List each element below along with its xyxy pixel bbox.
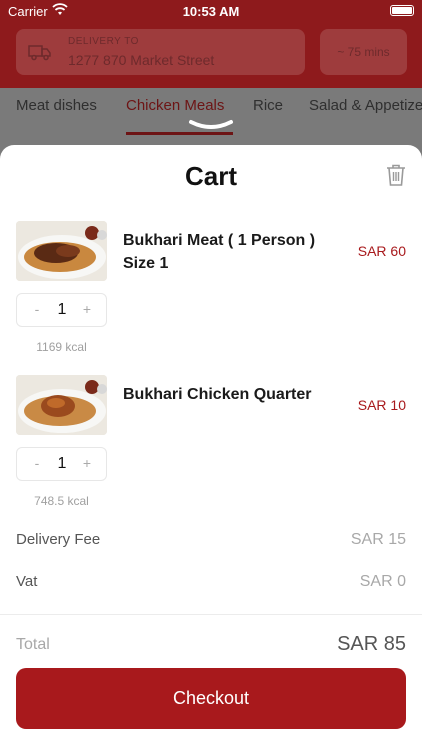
vat-value: SAR 0 [359, 573, 406, 590]
vat-label: Vat [16, 573, 38, 590]
tab-chicken-meals[interactable]: Chicken Meals [126, 97, 224, 114]
delivery-fee-value: SAR 15 [350, 531, 406, 548]
cart-sheet: Cart Bukhari Meat ( 1 Person ) Size 1 SA… [0, 145, 422, 750]
summary-divider [0, 614, 422, 615]
total-value: SAR 85 [337, 633, 406, 655]
quantity-value: 1 [57, 301, 67, 318]
trash-icon[interactable] [385, 163, 407, 187]
item-calories: 1169 kcal [36, 340, 87, 354]
decrease-quantity-button[interactable]: - [27, 455, 47, 471]
tab-salad-appetizers[interactable]: Salad & Appetize [309, 97, 422, 114]
app-header: Carrier 10:53 AM DELIVERY TO 1277 870 Ma… [0, 0, 422, 88]
checkout-button[interactable]: Checkout [16, 668, 406, 729]
delivery-address-selector[interactable]: DELIVERY TO 1277 870 Market Street [16, 29, 305, 75]
delivery-truck-icon [28, 45, 51, 61]
item-calories: 748.5 kcal [34, 494, 89, 508]
increase-quantity-button[interactable]: + [77, 301, 97, 317]
total-label: Total [16, 636, 50, 653]
food-image-bukhari-chicken [16, 375, 107, 435]
item-name: Bukhari Chicken Quarter [123, 386, 312, 403]
delivery-address: 1277 870 Market Street [68, 52, 215, 68]
clock: 10:53 AM [182, 4, 240, 19]
tab-rice[interactable]: Rice [253, 97, 283, 114]
quantity-value: 1 [57, 455, 67, 472]
tab-meat-dishes[interactable]: Meat dishes [16, 97, 97, 114]
cart-title: Cart [184, 161, 237, 191]
delivery-label: DELIVERY TO [68, 36, 139, 47]
item-name: Bukhari Meat ( 1 Person ) Size 1 [123, 232, 316, 272]
increase-quantity-button[interactable]: + [77, 455, 97, 471]
delivery-fee-label: Delivery Fee [16, 531, 101, 548]
status-bar: Carrier 10:53 AM [0, 0, 422, 22]
decrease-quantity-button[interactable]: - [27, 301, 47, 317]
item-price: SAR 10 [357, 397, 406, 413]
active-tab-indicator [126, 132, 233, 135]
item-price: SAR 60 [357, 243, 406, 259]
sheet-grab-handle[interactable] [188, 118, 234, 132]
eta-badge[interactable]: ~ 75 mins [320, 29, 407, 75]
food-image-bukhari-meat [16, 221, 107, 281]
battery-icon [390, 5, 414, 16]
quantity-stepper: - 1 + [16, 293, 107, 327]
quantity-stepper: - 1 + [16, 447, 107, 481]
